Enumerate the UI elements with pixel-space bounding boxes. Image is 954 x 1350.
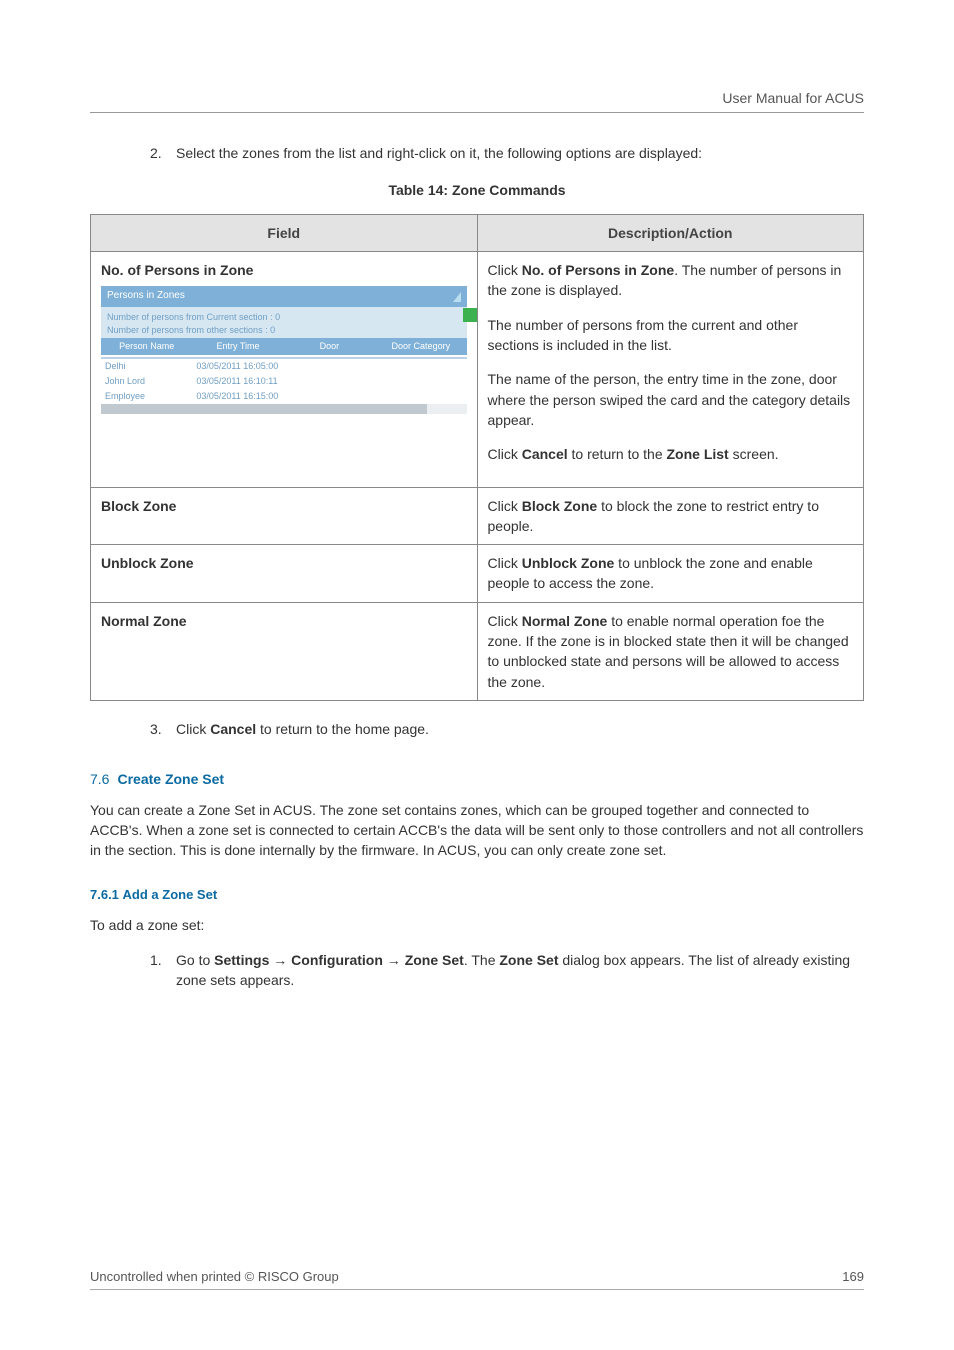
screenshot-line1: Number of persons from Current section :…	[107, 311, 461, 324]
step-3: 3. Click Cancel to return to the home pa…	[150, 719, 864, 739]
col-entry-time: Entry Time	[192, 340, 283, 353]
list-item: Delhi 03/05/2011 16:05:00	[101, 359, 467, 374]
screenshot-grid-header: Person Name Entry Time Door Door Categor…	[101, 338, 467, 355]
step-1-number: 1.	[150, 950, 176, 991]
table-row: Block Zone Click Block Zone to block the…	[91, 487, 864, 545]
col-door-category: Door Category	[375, 340, 466, 353]
row3-field: Unblock Zone	[91, 545, 478, 603]
green-square-icon	[463, 308, 477, 322]
step-1-text: Go to Settings → Configuration → Zone Se…	[176, 950, 864, 991]
row2-desc: Click Block Zone to block the zone to re…	[477, 487, 864, 545]
row3-desc: Click Unblock Zone to unblock the zone a…	[477, 545, 864, 603]
triangle-icon	[453, 292, 461, 302]
row4-field: Normal Zone	[91, 602, 478, 700]
row1-field: No. of Persons in Zone	[101, 260, 467, 280]
list-item: Employee 03/05/2011 16:15:00	[101, 389, 467, 404]
zone-commands-table: Field Description/Action No. of Persons …	[90, 214, 864, 701]
table-row: Normal Zone Click Normal Zone to enable …	[91, 602, 864, 700]
step-2-text: Select the zones from the list and right…	[176, 143, 702, 163]
step-3-number: 3.	[150, 719, 176, 739]
section-7-6-1-heading: 7.6.1 Add a Zone Set	[90, 886, 864, 905]
page-footer: Uncontrolled when printed © RISCO Group …	[90, 1268, 864, 1290]
step-7-6-1-1: 1. Go to Settings → Configuration → Zone…	[150, 950, 864, 991]
screenshot-footer	[101, 404, 467, 414]
table-row: Unblock Zone Click Unblock Zone to unblo…	[91, 545, 864, 603]
step-2: 2. Select the zones from the list and ri…	[150, 143, 864, 163]
screenshot-title: Persons in Zones	[107, 289, 185, 304]
list-item: John Lord 03/05/2011 16:10:11	[101, 374, 467, 389]
th-field: Field	[91, 214, 478, 251]
header-title: User Manual for ACUS	[90, 88, 864, 113]
step-3-text: Click Cancel to return to the home page.	[176, 719, 429, 739]
screenshot-line2: Number of persons from other sections : …	[107, 324, 461, 337]
step-2-number: 2.	[150, 143, 176, 163]
footer-left: Uncontrolled when printed © RISCO Group	[90, 1268, 339, 1287]
screenshot-grid: Delhi 03/05/2011 16:05:00 John Lord 03/0…	[101, 355, 467, 404]
row4-desc: Click Normal Zone to enable normal opera…	[477, 602, 864, 700]
row1-desc: Click No. of Persons in Zone. The number…	[477, 252, 864, 487]
th-description: Description/Action	[477, 214, 864, 251]
table-caption: Table 14: Zone Commands	[90, 180, 864, 200]
section-7-6-body: You can create a Zone Set in ACUS. The z…	[90, 800, 864, 861]
footer-page-number: 169	[842, 1268, 864, 1287]
persons-in-zone-screenshot: Persons in Zones Number of persons from …	[101, 286, 467, 414]
col-person-name: Person Name	[101, 340, 192, 353]
table-row: No. of Persons in Zone Persons in Zones …	[91, 252, 864, 487]
section-7-6-1-intro: To add a zone set:	[90, 915, 864, 935]
row2-field: Block Zone	[91, 487, 478, 545]
col-door: Door	[284, 340, 375, 353]
section-7-6-heading: 7.6Create Zone Set	[90, 769, 864, 789]
